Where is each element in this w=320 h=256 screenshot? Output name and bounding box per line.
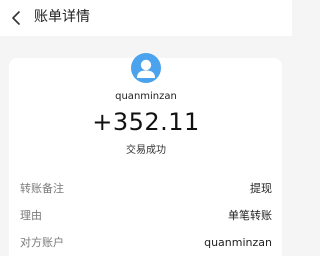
user-avatar-icon xyxy=(131,53,161,83)
detail-row-reason: 理由 单笔转账 xyxy=(20,206,272,224)
detail-value: 单笔转账 xyxy=(228,209,272,222)
chevron-left-icon xyxy=(12,11,20,25)
detail-row-remark: 转账备注 提现 xyxy=(20,179,272,197)
transaction-amount: +352.11 xyxy=(92,108,200,136)
transaction-card xyxy=(9,58,282,256)
bill-detail-page: 账单详情 quanminzan +352.11 交易成功 转账备注 提现 理由 … xyxy=(0,0,292,256)
detail-label: 理由 xyxy=(20,209,42,222)
page-title: 账单详情 xyxy=(34,9,90,25)
payee-username: quanminzan xyxy=(115,91,177,102)
detail-row-counterparty: 对方账户 quanminzan xyxy=(20,233,272,251)
detail-label: 对方账户 xyxy=(20,236,64,249)
detail-value: quanminzan xyxy=(204,235,272,249)
transaction-status: 交易成功 xyxy=(126,145,166,156)
detail-label: 转账备注 xyxy=(20,182,64,195)
back-button[interactable] xyxy=(4,4,28,32)
top-bar: 账单详情 xyxy=(0,0,292,36)
detail-value: 提现 xyxy=(250,182,272,195)
